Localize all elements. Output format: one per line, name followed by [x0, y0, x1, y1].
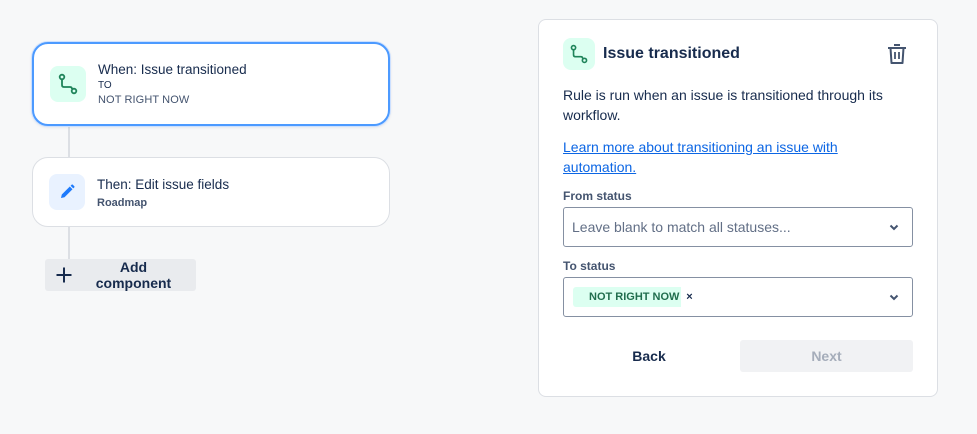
trash-icon[interactable]	[884, 40, 910, 68]
add-component-button[interactable]: Add component	[45, 259, 196, 291]
trigger-title: When: Issue transitioned	[98, 62, 247, 77]
flow-connector	[68, 126, 70, 158]
trigger-status: NOT RIGHT NOW	[98, 94, 190, 106]
trigger-config-panel: Issue transitioned Rule is run when an i…	[538, 19, 938, 397]
trigger-card[interactable]: When: Issue transitioned TO NOT RIGHT NO…	[32, 42, 390, 126]
action-title: Then: Edit issue fields	[97, 177, 230, 192]
add-component-label: Add component	[95, 259, 172, 291]
from-status-label: From status	[563, 189, 632, 203]
transition-icon	[50, 66, 86, 102]
from-status-select[interactable]: Leave blank to match all statuses...	[563, 207, 913, 247]
action-card[interactable]: Then: Edit issue fields Roadmap	[32, 157, 390, 227]
back-button[interactable]: Back	[563, 340, 735, 372]
pencil-icon	[49, 174, 85, 210]
learn-more-link[interactable]: Learn more about transitioning an issue …	[563, 137, 883, 177]
trigger-direction: TO	[98, 80, 112, 91]
from-status-placeholder: Leave blank to match all statuses...	[572, 219, 791, 235]
next-button[interactable]: Next	[740, 340, 913, 372]
flow-connector	[68, 227, 70, 260]
close-icon[interactable]: ×	[681, 287, 698, 307]
chevron-down-icon	[888, 291, 900, 303]
to-status-label: To status	[563, 259, 616, 273]
panel-description: Rule is run when an issue is transitione…	[563, 87, 883, 123]
plus-icon	[55, 266, 73, 284]
action-subtitle: Roadmap	[97, 197, 148, 209]
to-status-select[interactable]: NOT RIGHT NOW ×	[563, 277, 913, 317]
automation-rule-editor: When: Issue transitioned TO NOT RIGHT NO…	[0, 0, 977, 434]
status-tag: NOT RIGHT NOW ×	[573, 287, 698, 307]
chevron-down-icon	[888, 221, 900, 233]
status-tag-label: NOT RIGHT NOW	[589, 291, 680, 303]
transition-icon	[563, 38, 595, 70]
panel-title: Issue transitioned	[603, 45, 740, 62]
